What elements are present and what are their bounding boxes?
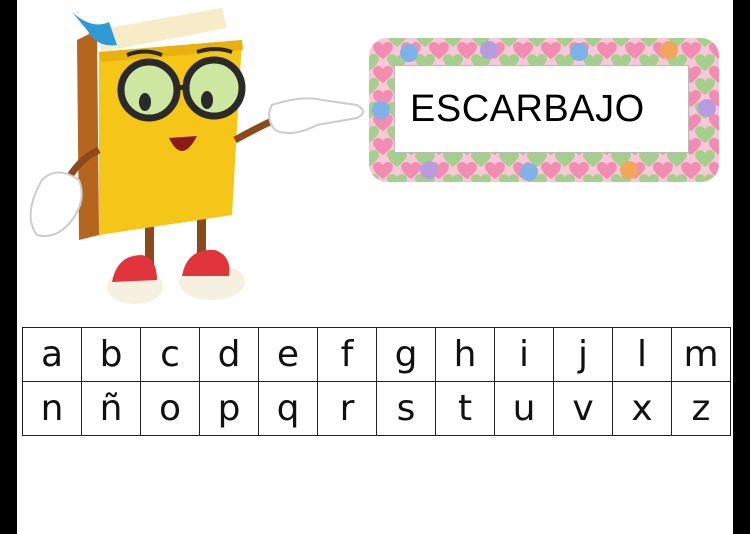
letter-cell: d <box>199 327 259 382</box>
target-word: ESCARBAJO <box>410 87 645 130</box>
letter-cell: c <box>140 327 200 382</box>
letter-cell: p <box>199 381 259 436</box>
letter-cell: h <box>435 327 495 382</box>
letter-cell: t <box>435 381 495 436</box>
letter-cell: ñ <box>81 381 141 436</box>
alphabet-grid: a b c d e f g h i j l m n ñ o p q r s t … <box>22 327 731 436</box>
letter-cell: v <box>553 381 613 436</box>
letter-cell: o <box>140 381 200 436</box>
letter-cell: g <box>376 327 436 382</box>
alphabet-row: a b c d e f g h i j l m <box>22 327 731 382</box>
letter-cell: s <box>376 381 436 436</box>
letter-cell: z <box>671 381 731 436</box>
letter-cell: n <box>22 381 82 436</box>
letter-cell: r <box>317 381 377 436</box>
letter-cell: f <box>317 327 377 382</box>
letter-cell: l <box>612 327 672 382</box>
alphabet-row: n ñ o p q r s t u v x z <box>22 381 731 436</box>
letter-cell: m <box>671 327 731 382</box>
letter-cell: a <box>22 327 82 382</box>
worksheet-page: ESCARBAJO a b c d e f g h i j l m n ñ o … <box>17 0 733 534</box>
letter-cell: b <box>81 327 141 382</box>
word-box: ESCARBAJO <box>394 65 689 153</box>
letter-cell: e <box>258 327 318 382</box>
letter-cell: x <box>612 381 672 436</box>
letter-cell: i <box>494 327 554 382</box>
letter-cell: j <box>553 327 613 382</box>
letter-cell: q <box>258 381 318 436</box>
letter-cell: u <box>494 381 554 436</box>
book-mascot-icon <box>29 8 364 304</box>
